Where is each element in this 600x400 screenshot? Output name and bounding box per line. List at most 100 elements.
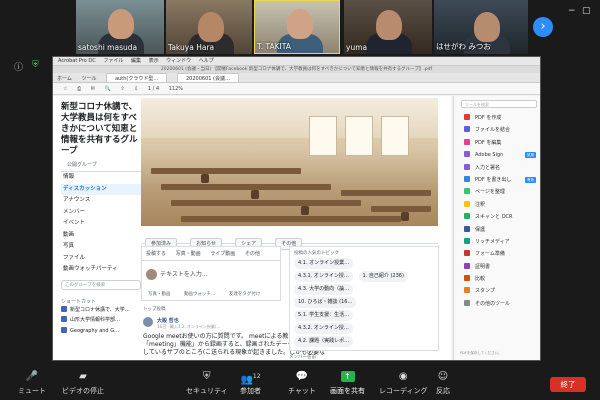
topic-row: 4.2. 課題（実践レポ… <box>290 336 438 349</box>
shield-icon[interactable]: ⛨ <box>32 60 39 70</box>
participant-tile[interactable]: satoshi masuda <box>76 0 164 54</box>
add-photo-button[interactable]: 写真・動画 <box>148 292 171 297</box>
acrobat-toolbar: ☆ ⎙ ✉ 🔍 ⇧ ⇩ 1 / 4 112% <box>53 83 540 95</box>
menu-item[interactable]: ウィンドウ <box>166 58 191 64</box>
tool-item[interactable]: 証明書 <box>454 261 540 273</box>
tag-friends-button[interactable]: 友達をタグ付け <box>229 292 261 297</box>
bookmark-icon[interactable]: ☆ <box>63 86 67 92</box>
nav-item-discussion[interactable]: ディスカッション <box>61 183 141 195</box>
topic-chip[interactable]: 4.2. 課題（実践レポ… <box>294 336 354 347</box>
page-indicator[interactable]: 1 / 4 <box>148 86 159 92</box>
mail-icon[interactable]: ✉ <box>91 86 95 92</box>
topic-chip[interactable]: 4.3. 大学の動向（論… <box>294 284 354 295</box>
tool-icon <box>464 126 470 133</box>
tab-tools[interactable]: ツール <box>81 74 96 82</box>
composer-tab-post[interactable]: 投稿する <box>146 251 166 257</box>
share-screen-button[interactable]: ↑ 画面を共有 <box>330 370 365 396</box>
tab-home[interactable]: ホーム <box>57 74 72 82</box>
topic-chip[interactable]: 5.1. 学生支援：生活… <box>294 310 354 321</box>
chat-button[interactable]: 💬 チャット <box>288 370 316 396</box>
tool-search-input[interactable]: ツールを検索 <box>461 100 537 108</box>
menu-item[interactable]: 編集 <box>131 58 141 64</box>
tool-item[interactable]: その他のツール <box>454 298 540 310</box>
nav-item-photos[interactable]: 写真 <box>61 241 141 253</box>
nav-item-announcements[interactable]: アナウンス <box>61 195 141 207</box>
cover-window <box>309 116 337 156</box>
composer-tab-more[interactable]: その他 <box>245 251 260 257</box>
shortcut-item[interactable]: 山形大学情報科学部… <box>61 315 141 326</box>
topic-chip[interactable]: 4.1. オンライン授業… <box>294 258 354 269</box>
participant-tile-active-speaker[interactable]: T. TAKITA <box>254 0 340 54</box>
tool-item[interactable]: スキャンと OCR <box>454 211 540 223</box>
watch-party-button[interactable]: 動画ウォッチ… <box>184 292 216 297</box>
nav-item-watch-party[interactable]: 動画ウォッチパーティ <box>61 264 141 276</box>
topic-chip[interactable]: 1. 自己紹介 (236) <box>358 271 408 282</box>
tool-item[interactable]: リッチメディア <box>454 236 540 248</box>
recording-button[interactable]: ◉ レコーディング <box>379 370 428 396</box>
view-switch-icon[interactable]: ▢ <box>582 6 591 16</box>
participant-tile[interactable]: はせがわ みつお <box>434 0 528 54</box>
topic-row: 4.3.2. オンライン授… <box>290 323 438 336</box>
participant-tile[interactable]: yuma <box>344 0 432 54</box>
tool-item[interactable]: 入力と署名 <box>454 162 540 174</box>
info-icon[interactable]: ⓘ <box>14 60 23 73</box>
tool-label: 注釈 <box>475 201 486 208</box>
group-title: 新型コロナ休講で、大学教員は何をすべきかについて知恵と情報を共有するグループ <box>61 102 138 156</box>
end-meeting-button[interactable]: 終了 <box>550 377 586 392</box>
topic-chip[interactable]: 4.3.1. オンライン授… <box>294 271 353 282</box>
menu-item[interactable]: ヘルプ <box>199 58 214 64</box>
topic-chip[interactable]: 4.3.2. オンライン授… <box>294 323 353 334</box>
minimize-icon[interactable]: − <box>568 6 576 16</box>
page-down-icon[interactable]: ⇩ <box>134 86 138 92</box>
post-author[interactable]: 大殿 哲也 <box>157 317 179 324</box>
nav-item-about[interactable]: 情報 <box>61 172 141 184</box>
tool-item[interactable]: PDF を書き出し 有効 <box>454 174 540 186</box>
tool-item[interactable]: ファイルを結合 <box>454 124 540 136</box>
composer-tab-live[interactable]: ライブ動画 <box>210 251 235 257</box>
page-up-icon[interactable]: ⇧ <box>120 86 124 92</box>
tool-item[interactable]: 保護 <box>454 224 540 236</box>
search-icon[interactable]: 🔍 <box>104 86 110 92</box>
tool-icon <box>464 250 470 257</box>
zoom-level[interactable]: 112% <box>169 86 183 92</box>
stop-video-button[interactable]: ▰ ビデオの停止 <box>62 370 104 396</box>
tool-label: PDF を編集 <box>475 139 502 146</box>
nav-item-members[interactable]: メンバー <box>61 207 141 219</box>
tool-item[interactable]: Adobe Sign 試用 <box>454 149 540 161</box>
composer-tab-photo[interactable]: 写真・動画 <box>176 251 201 257</box>
tab-document[interactable]: auth(クラウド型… <box>106 73 168 82</box>
tool-item[interactable]: ページを整理 <box>454 186 540 198</box>
tool-item[interactable]: 比較 <box>454 273 540 285</box>
menu-item[interactable]: Acrobat Pro DC <box>58 58 96 64</box>
shortcuts-heading: ショートカット <box>61 298 97 305</box>
cover-chair <box>201 174 209 183</box>
topic-chip[interactable]: 10. ひろば・雑談 (16… <box>294 297 357 308</box>
tool-item[interactable]: スタンプ <box>454 285 540 297</box>
participant-tile[interactable]: Takuya Hara <box>166 0 252 54</box>
nav-item-files[interactable]: ファイル <box>61 253 141 265</box>
menu-item[interactable]: 表示 <box>149 58 159 64</box>
tab-document-active[interactable]: 20200601 (会議… <box>176 73 239 82</box>
tool-item[interactable]: 注釈 <box>454 199 540 211</box>
tool-item[interactable]: フォーム準備 <box>454 248 540 260</box>
tool-item[interactable]: PDF を編集 <box>454 137 540 149</box>
print-icon[interactable]: ⎙ <box>77 86 81 92</box>
shortcut-item[interactable]: Geography and G… <box>61 326 141 337</box>
mute-button[interactable]: 🎤 ミュート <box>18 370 46 396</box>
menu-item[interactable]: ファイル <box>103 58 123 64</box>
participants-button[interactable]: 👥12 参加者 <box>240 370 261 396</box>
tool-item[interactable]: PDF を作成 <box>454 112 540 124</box>
nav-item-events[interactable]: イベント <box>61 218 141 230</box>
nav-item-videos[interactable]: 動画 <box>61 230 141 242</box>
tools-footer: PDFを保存してください。 <box>460 351 502 355</box>
avatar <box>143 317 153 327</box>
reactions-button[interactable]: ☺ 反応 <box>436 370 450 396</box>
microphone-icon: 🎤 <box>25 371 39 382</box>
composer-input[interactable]: テキストを入力... <box>160 269 280 278</box>
security-button[interactable]: ⛨ セキュリティ <box>186 370 228 396</box>
tool-badge: 有効 <box>525 176 536 183</box>
shortcut-item[interactable]: 新型コロナ休講で、大学… <box>61 305 141 316</box>
shield-icon: ⛨ <box>203 371 211 382</box>
next-page-button[interactable]: › <box>533 17 553 37</box>
group-search-input[interactable]: このグループを検索 <box>61 279 141 290</box>
